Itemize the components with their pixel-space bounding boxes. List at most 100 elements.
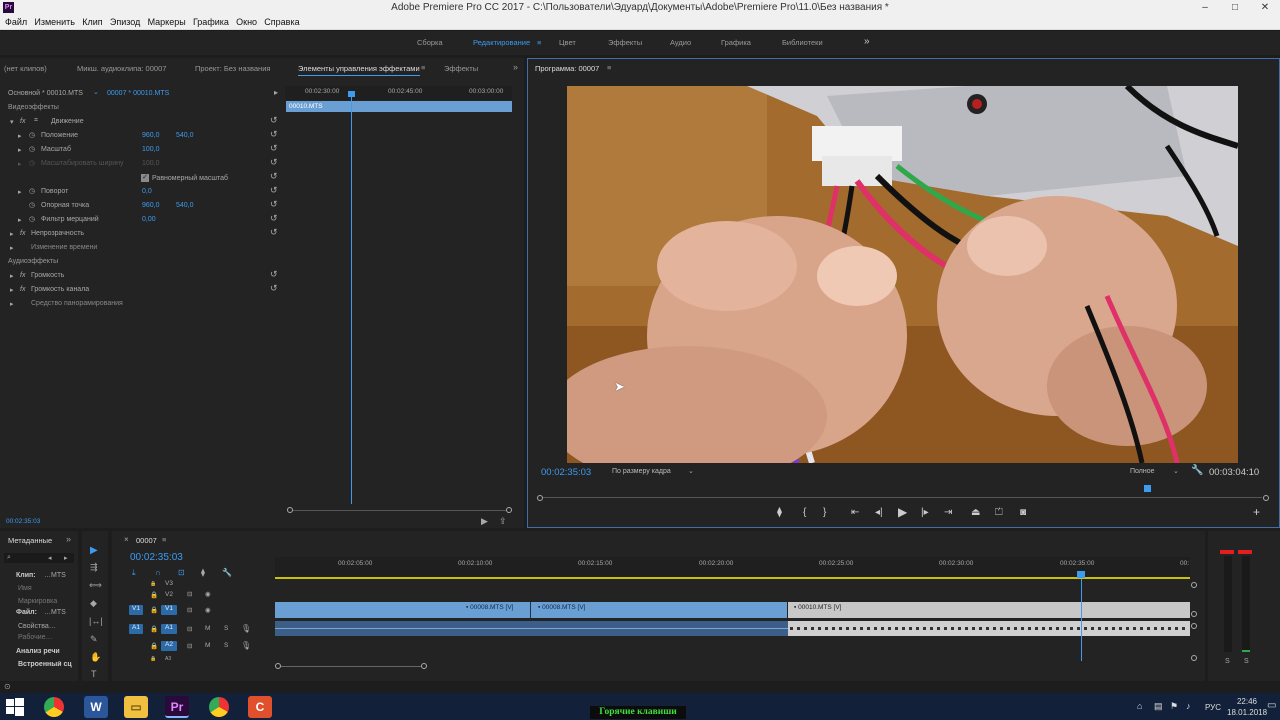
add-marker-icon[interactable]: ⧫ [201,568,205,577]
menu-edit[interactable]: Изменить [34,16,75,29]
disclosure-icon[interactable]: ▾ [10,118,14,126]
step-forward-icon[interactable]: |▸ [921,507,929,518]
video-frame[interactable] [567,86,1238,463]
fx-icon[interactable]: fx [20,230,25,237]
premiere-taskbar-icon[interactable]: Pr [165,696,189,718]
fit-dropdown-chevron-icon[interactable]: ⌄ [688,467,694,475]
sequence-clip-path[interactable]: 00007 * 00010.MTS [107,90,169,97]
track-label-v1[interactable]: V1 [161,605,177,615]
workspace-editing[interactable]: Редактирование [473,38,530,47]
linked-selection-icon[interactable]: ⊡ [178,568,185,577]
vertical-zoom-handle[interactable] [1191,582,1197,588]
go-to-out-icon[interactable]: ⇥ [944,507,952,518]
solo-button[interactable]: S [224,642,228,649]
ec-timecode[interactable]: 00:02:35:03 [6,518,40,525]
people-icon[interactable]: ⌂ [1137,701,1142,711]
export-icon[interactable]: ⇪ [499,516,507,527]
track-lock-icon[interactable]: 🔒 [150,625,158,633]
workspace-effects[interactable]: Эффекты [608,38,642,47]
clip-dropdown-icon[interactable]: ⌄ [93,88,99,96]
tab-timeline-sequence[interactable]: 00007 [136,536,157,545]
position-x[interactable]: 960,0 [142,132,160,139]
tab-menu-icon[interactable]: ≡ [421,63,425,72]
timeline-menu-icon[interactable]: ≡ [162,535,166,544]
tab-project[interactable]: Проект: Без названия [195,64,270,73]
track-select-tool-icon[interactable]: ⇶ [90,562,98,573]
reset-icon[interactable]: ↺ [270,283,278,294]
clip-indicator[interactable] [1238,550,1252,554]
step-back-icon[interactable]: ◂| [875,507,883,518]
program-menu-icon[interactable]: ≡ [607,63,611,72]
program-playhead[interactable] [1143,485,1151,492]
zoom-handle-right[interactable] [506,507,512,513]
track-lock-icon[interactable]: 🔒 [150,581,156,587]
reset-icon[interactable]: ↺ [270,213,278,224]
file-explorer-icon[interactable]: ▭ [124,696,148,718]
snap-icon[interactable]: ∩ [155,568,161,577]
disclosure-icon[interactable]: ▸ [10,244,14,252]
track-label-a2[interactable]: A2 [161,641,177,651]
wrench-icon[interactable]: 🔧 [1191,465,1203,476]
anchor-y[interactable]: 540,0 [176,202,194,209]
disclosure-icon[interactable]: ▸ [18,188,22,196]
disclosure-icon[interactable]: ▸ [18,132,22,140]
microphone-icon[interactable]: 🎙 [241,641,251,650]
mute-button[interactable]: M [205,625,210,632]
source-patch-v1[interactable]: V1 [129,605,143,615]
eye-icon[interactable]: ◉ [205,606,211,614]
master-clip-path[interactable]: Основной * 00010.MTS [8,90,83,97]
solo-left-button[interactable]: S [1225,658,1230,665]
nav-back-icon[interactable]: ◂ [48,554,52,562]
reset-icon[interactable]: ↺ [270,199,278,210]
volume-icon[interactable]: ♪ [1186,701,1191,711]
timeline-clip-selected[interactable] [788,602,1190,618]
stopwatch-icon[interactable]: ◷ [29,201,35,209]
close-icon[interactable]: ✕ [1250,0,1280,16]
microphone-icon[interactable]: 🎙 [241,624,251,633]
disclosure-icon[interactable]: ▸ [18,146,22,154]
timeline-timecode[interactable]: 00:02:35:03 [130,552,183,563]
fx-icon[interactable]: fx [20,286,25,293]
clip-indicator[interactable] [1220,550,1234,554]
source-patch-a1[interactable]: A1 [129,624,143,634]
solo-right-button[interactable]: S [1244,658,1249,665]
pen-tool-icon[interactable]: ✎ [90,634,98,645]
quality-dropdown[interactable]: Полное [1130,468,1155,475]
play-icon[interactable]: ▶ [898,505,907,519]
scale-value[interactable]: 100,0 [142,146,160,153]
camtasia-icon[interactable]: C [248,696,272,718]
export-frame-icon[interactable]: ◙ [1020,507,1026,518]
reset-icon[interactable]: ↺ [270,171,278,182]
panel-expand-icon[interactable]: » [513,62,518,72]
track-sync-icon[interactable]: ⊟ [187,606,192,614]
fx-icon[interactable]: fx [20,118,25,125]
disclosure-icon[interactable]: ▸ [10,300,14,308]
timeline-zoom-handle-right[interactable] [421,663,427,669]
track-label-v3[interactable]: V3 [165,580,173,587]
minimize-icon[interactable]: – [1190,0,1220,16]
ripple-edit-tool-icon[interactable]: ⟺ [89,580,102,591]
reset-icon[interactable]: ↺ [270,269,278,280]
windows-start-icon[interactable] [6,698,24,716]
track-lock-icon[interactable]: 🔒 [150,606,158,614]
anchor-x[interactable]: 960,0 [142,202,160,209]
reset-icon[interactable]: ↺ [270,227,278,238]
track-label-a1[interactable]: A1 [161,624,177,634]
vertical-zoom-handle[interactable] [1191,611,1197,617]
disclosure-icon[interactable]: ▸ [10,286,14,294]
tab-effects[interactable]: Эффекты [444,64,478,73]
chrome-icon[interactable] [209,697,229,717]
chrome-icon[interactable] [44,697,64,717]
button-editor-icon[interactable]: + [1253,505,1260,519]
show-timeline-icon[interactable]: ▸ [274,88,278,97]
position-y[interactable]: 540,0 [176,132,194,139]
reset-icon[interactable]: ↺ [270,129,278,140]
panel-expand-icon[interactable]: » [66,534,71,544]
track-lock-icon[interactable]: 🔒 [150,656,156,662]
language-indicator[interactable]: РУС [1205,703,1221,712]
selection-tool-icon[interactable]: ▶ [90,545,98,556]
disclosure-icon[interactable]: ▸ [18,216,22,224]
quality-dropdown-chevron-icon[interactable]: ⌄ [1173,467,1179,475]
scrub-end-handle[interactable] [1263,495,1269,501]
rotation-value[interactable]: 0,0 [142,188,152,195]
